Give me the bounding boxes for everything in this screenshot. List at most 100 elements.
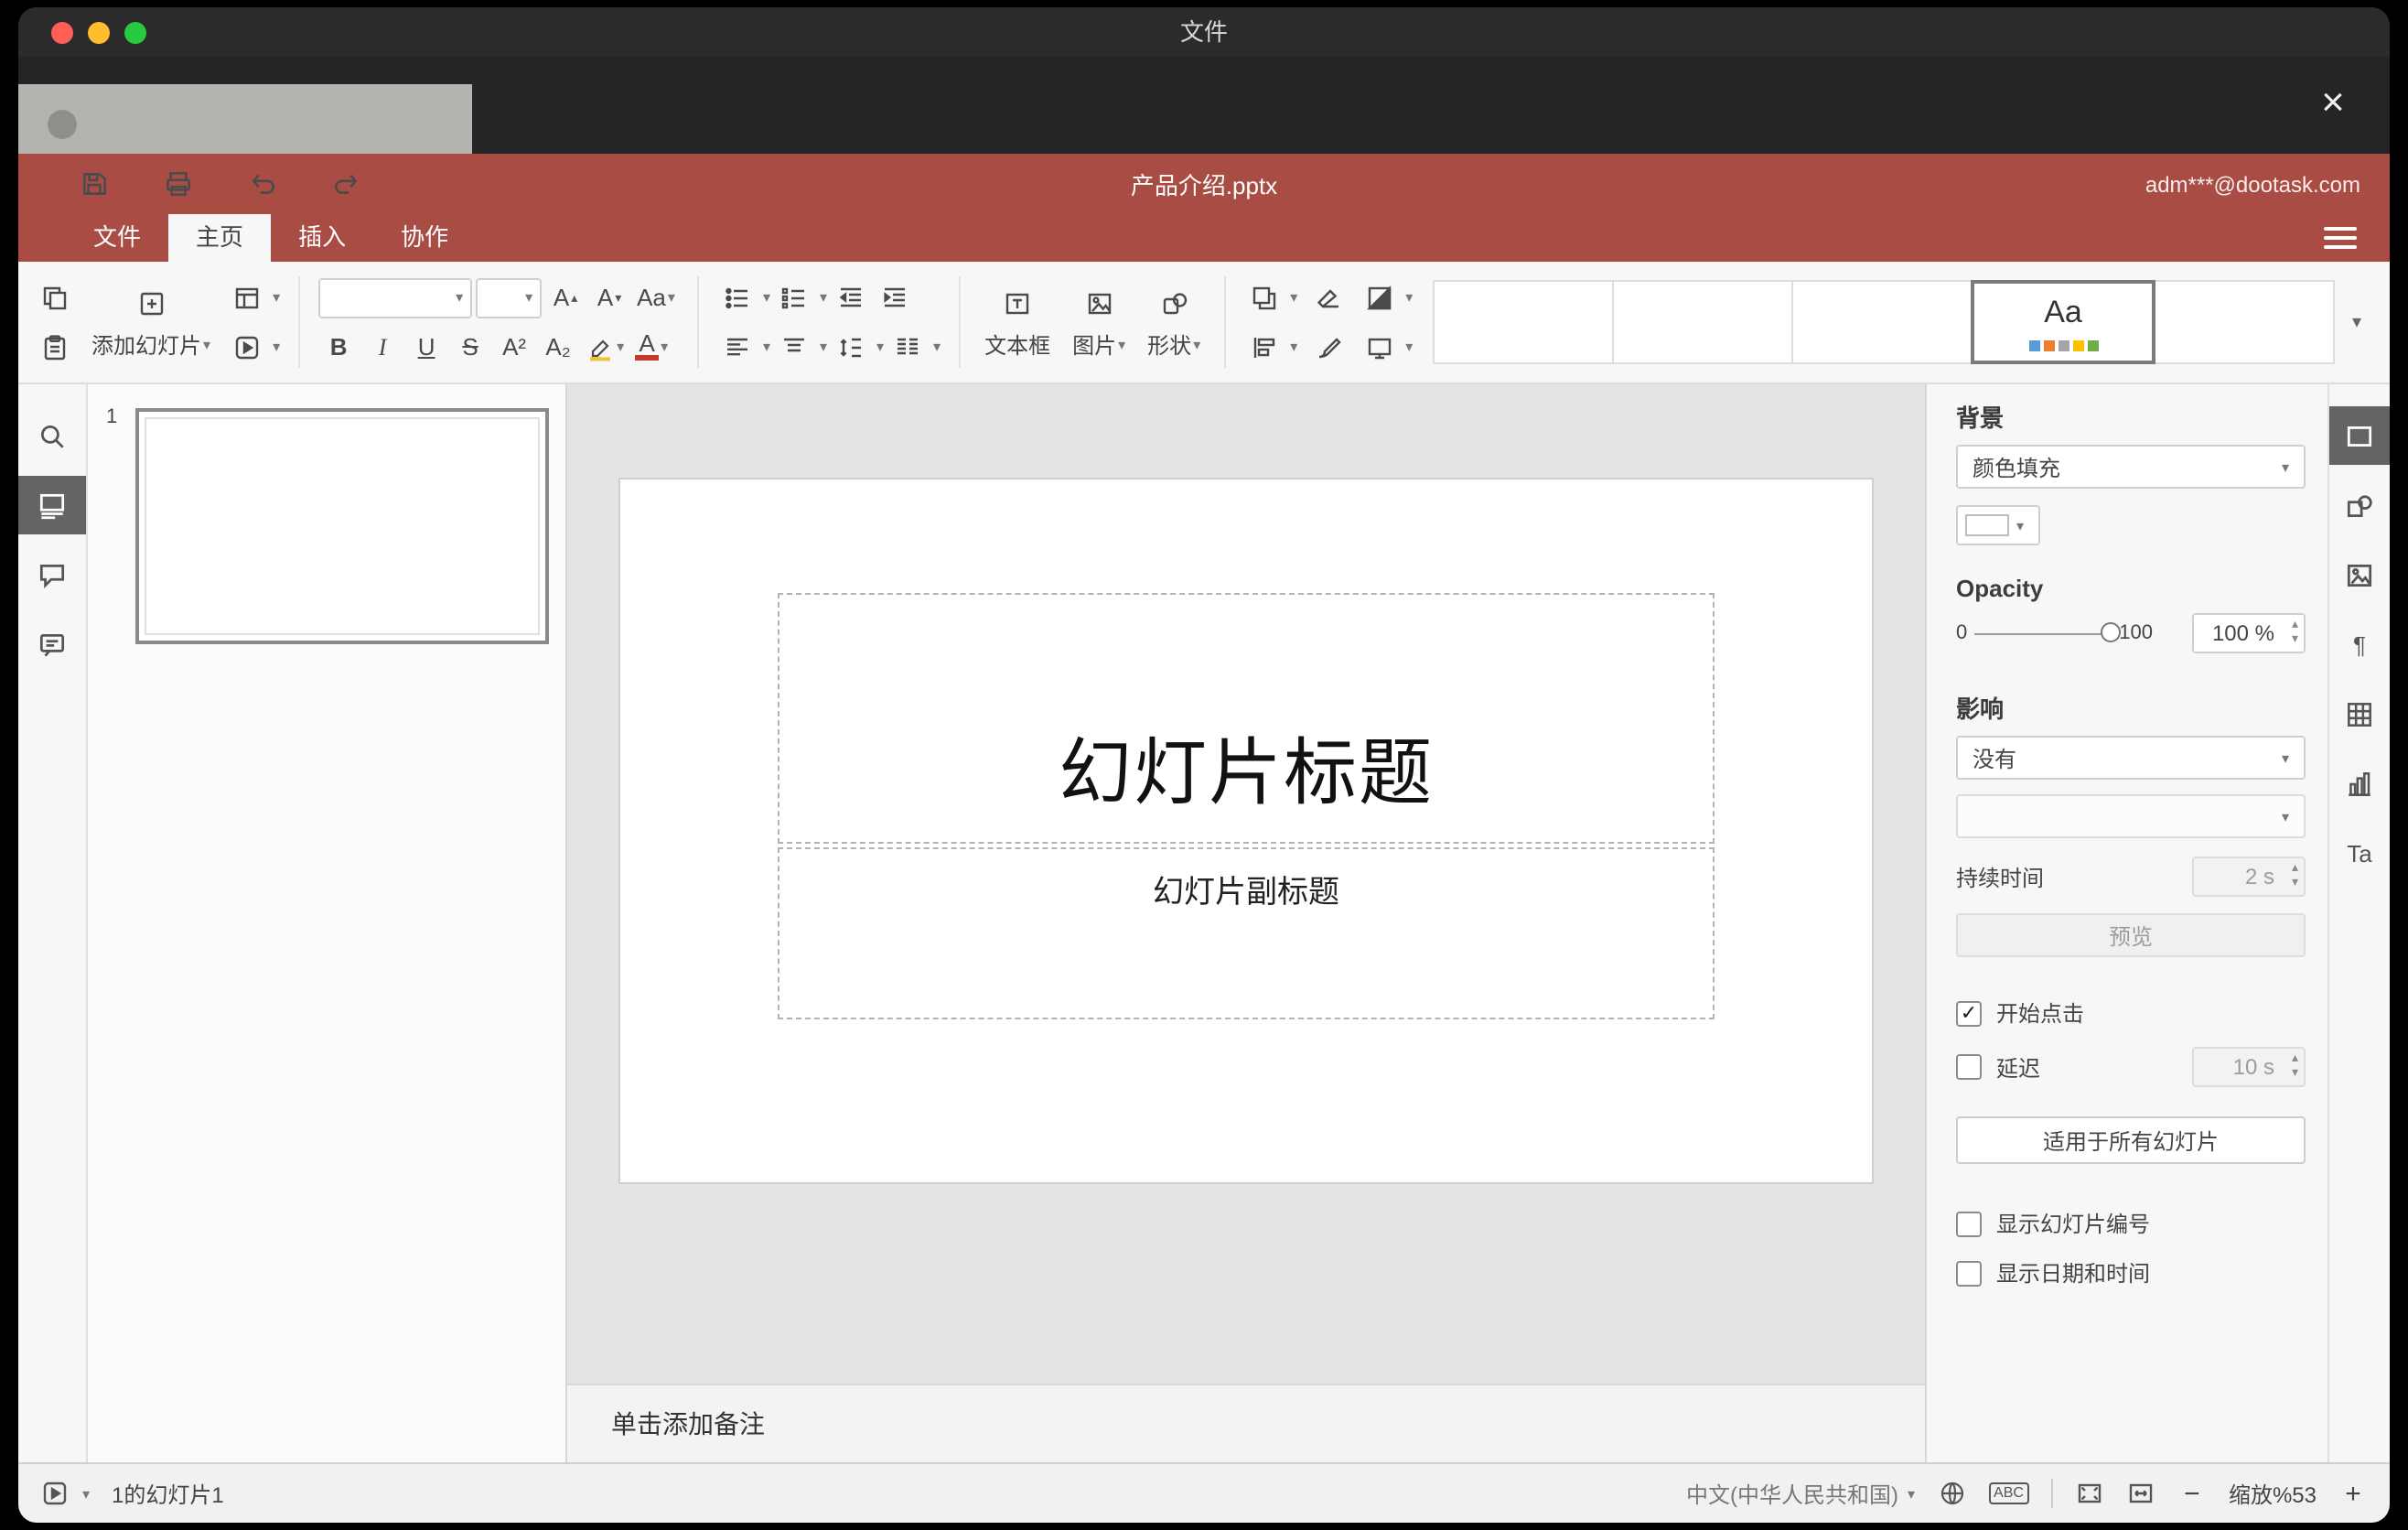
slide[interactable]: 幻灯片标题 幻灯片副标题 — [620, 479, 1872, 1182]
chart-settings-icon[interactable] — [2329, 754, 2390, 813]
opacity-slider-knob[interactable] — [2101, 621, 2122, 641]
tab-insert[interactable]: 插入 — [271, 214, 373, 262]
slide-thumbnail[interactable] — [135, 408, 549, 644]
preview-slideshow-icon[interactable] — [227, 327, 267, 367]
font-color-button[interactable]: A ▾ — [631, 327, 672, 367]
effect-type-select[interactable]: ▾ — [1956, 794, 2306, 838]
slide-settings-icon[interactable] — [2329, 406, 2390, 465]
close-window-button[interactable] — [51, 22, 73, 44]
underline-button[interactable]: U — [406, 327, 446, 367]
highlight-color-button[interactable]: ▾ — [582, 327, 628, 367]
show-date-checkbox[interactable] — [1956, 1260, 1982, 1286]
fullscreen-window-button[interactable] — [124, 22, 146, 44]
chevron-down-icon[interactable]: ▾ — [273, 339, 280, 355]
slides-panel-icon[interactable] — [18, 476, 86, 534]
columns-icon[interactable] — [887, 327, 928, 367]
chevron-down-icon[interactable]: ▾ — [273, 289, 280, 306]
search-icon[interactable] — [18, 406, 86, 465]
decrease-indent-icon[interactable] — [831, 277, 871, 318]
start-on-click-checkbox[interactable]: ✓ — [1956, 1000, 1982, 1026]
superscript-button[interactable]: A² — [494, 327, 534, 367]
start-slideshow-icon[interactable] — [40, 1479, 70, 1508]
close-editor-icon[interactable]: × — [2309, 79, 2357, 126]
font-name-combo[interactable]: ▾ — [318, 277, 473, 318]
preview-button[interactable]: 预览 — [1956, 913, 2306, 957]
zoom-in-button[interactable]: + — [2338, 1478, 2368, 1509]
fill-type-select[interactable]: 颜色填充 ▾ — [1956, 445, 2306, 489]
add-slide-button[interactable]: 添加幻灯片 ▾ — [81, 284, 221, 361]
opacity-slider[interactable] — [1974, 621, 2122, 641]
comments-icon[interactable] — [18, 545, 86, 604]
spin-up-icon[interactable]: ▴ — [2292, 862, 2298, 877]
bold-button[interactable]: B — [318, 327, 359, 367]
theme-tile-1[interactable] — [1433, 280, 1615, 364]
italic-button[interactable]: I — [362, 327, 403, 367]
minimize-window-button[interactable] — [88, 22, 110, 44]
delay-spinner[interactable]: 10 s ▴ ▾ — [2192, 1047, 2306, 1087]
delay-checkbox[interactable] — [1956, 1054, 1982, 1080]
spin-down-icon[interactable]: ▾ — [2292, 877, 2298, 891]
arrange-shape-icon[interactable] — [1244, 277, 1285, 318]
change-case-button[interactable]: Aa ▾ — [633, 277, 679, 318]
apply-to-all-button[interactable]: 适用于所有幻灯片 — [1956, 1116, 2306, 1164]
slide-canvas[interactable]: 幻灯片标题 幻灯片副标题 — [567, 384, 1925, 1384]
chevron-down-icon[interactable]: ▾ — [1290, 339, 1297, 355]
chevron-down-icon[interactable]: ▾ — [820, 289, 827, 306]
theme-tile-5[interactable] — [2154, 280, 2335, 364]
fit-width-icon[interactable] — [2126, 1479, 2155, 1508]
bullet-list-icon[interactable] — [717, 277, 758, 318]
insert-image-button[interactable]: 图片 ▾ — [1061, 284, 1136, 361]
chevron-down-icon[interactable]: ▾ — [933, 339, 941, 355]
insert-textbox-button[interactable]: 文本框 — [973, 284, 1061, 361]
copy-style-icon[interactable] — [1308, 327, 1349, 367]
shape-fill-icon[interactable] — [1360, 277, 1400, 318]
theme-tile-3[interactable] — [1791, 280, 1973, 364]
menu-icon[interactable] — [2324, 223, 2357, 253]
chevron-down-icon[interactable]: ▾ — [820, 339, 827, 355]
language-selector[interactable]: 中文(中华人民共和国) ▾ — [1686, 1478, 1915, 1509]
line-spacing-icon[interactable] — [831, 327, 871, 367]
spin-down-icon[interactable]: ▾ — [2292, 633, 2298, 648]
chevron-down-icon[interactable]: ▾ — [763, 339, 770, 355]
clear-style-icon[interactable] — [1308, 277, 1349, 318]
show-slide-number-checkbox[interactable] — [1956, 1211, 1982, 1236]
font-size-combo[interactable]: ▾ — [476, 277, 543, 318]
copy-icon[interactable] — [35, 277, 75, 318]
numbered-list-icon[interactable] — [774, 277, 814, 318]
duration-spinner[interactable]: 2 s ▴ ▾ — [2192, 857, 2306, 897]
chevron-down-icon[interactable]: ▾ — [1290, 289, 1297, 306]
zoom-out-button[interactable]: − — [2177, 1478, 2207, 1509]
chevron-down-icon[interactable]: ▾ — [82, 1485, 90, 1502]
tab-home[interactable]: 主页 — [168, 214, 272, 262]
strikethrough-button[interactable]: S — [450, 327, 490, 367]
decrease-font-button[interactable]: A ▾ — [589, 277, 629, 318]
vertical-align-icon[interactable] — [774, 327, 814, 367]
fill-color-picker[interactable]: ▾ — [1956, 505, 2040, 545]
horizontal-align-icon[interactable] — [717, 327, 758, 367]
opacity-spinner[interactable]: 100 % ▴ ▾ — [2192, 613, 2306, 653]
tab-file[interactable]: 文件 — [66, 214, 168, 262]
chevron-down-icon[interactable]: ▾ — [763, 289, 770, 306]
textart-settings-icon[interactable]: Ta — [2329, 824, 2390, 882]
change-layout-icon[interactable] — [227, 277, 267, 318]
spin-up-icon[interactable]: ▴ — [2292, 619, 2298, 633]
title-placeholder[interactable]: 幻灯片标题 — [778, 593, 1715, 844]
fit-slide-icon[interactable] — [2075, 1479, 2104, 1508]
gallery-expand-icon[interactable]: ▾ — [2335, 312, 2379, 332]
feedback-icon[interactable] — [18, 615, 86, 673]
chevron-down-icon[interactable]: ▾ — [876, 339, 884, 355]
theme-tile-selected[interactable]: Aa — [1971, 280, 2156, 364]
align-objects-icon[interactable] — [1244, 327, 1285, 367]
increase-indent-icon[interactable] — [875, 277, 915, 318]
insert-shape-button[interactable]: 形状 ▾ — [1136, 284, 1211, 361]
tab-collaboration[interactable]: 协作 — [373, 214, 476, 262]
subscript-button[interactable]: A₂ — [538, 327, 578, 367]
spin-down-icon[interactable]: ▾ — [2292, 1067, 2298, 1082]
paste-icon[interactable] — [35, 327, 75, 367]
table-settings-icon[interactable] — [2329, 684, 2390, 743]
increase-font-button[interactable]: A ▴ — [545, 277, 586, 318]
subtitle-placeholder[interactable]: 幻灯片副标题 — [778, 847, 1715, 1019]
shape-settings-icon[interactable] — [2329, 476, 2390, 534]
spellcheck-icon[interactable]: ABC — [1988, 1482, 2029, 1504]
theme-tile-2[interactable] — [1612, 280, 1794, 364]
